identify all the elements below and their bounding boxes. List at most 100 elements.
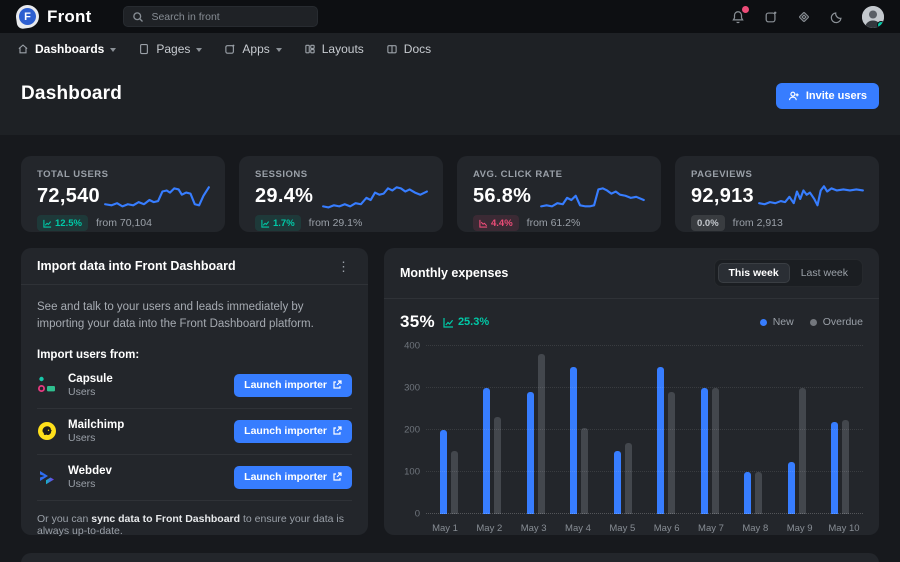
bar-overdue[interactable] <box>451 451 458 514</box>
page-icon <box>138 43 150 55</box>
bar-overdue[interactable] <box>625 443 632 514</box>
stat-label: Pageviews <box>691 169 863 180</box>
import-row-capsule: Capsule Users Launch importer <box>37 363 352 409</box>
mailchimp-logo-icon <box>37 421 57 441</box>
chevron-down-icon <box>276 48 282 52</box>
bar-overdue[interactable] <box>668 392 675 514</box>
legend-dot-new <box>760 319 767 326</box>
dark-mode-moon-icon[interactable] <box>829 9 845 25</box>
topbar: F Front <box>0 0 900 33</box>
stat-from: from 70,104 <box>96 217 152 229</box>
bar-group <box>440 346 458 514</box>
monthly-expenses-card: Monthly expenses This week Last week 35%… <box>384 248 879 535</box>
chevron-down-icon <box>196 48 202 52</box>
bar-new[interactable] <box>527 392 534 514</box>
bar-new[interactable] <box>657 367 664 514</box>
launch-importer-button[interactable]: Launch importer <box>234 420 352 443</box>
main-navbar: Dashboards Pages Apps Layouts Docs <box>0 33 900 65</box>
bar-new[interactable] <box>614 451 621 514</box>
y-tick-label: 200 <box>404 425 420 436</box>
sparkline-chart <box>321 182 429 218</box>
nav-item-layouts[interactable]: Layouts <box>304 42 364 56</box>
stat-card-total-users: Total users 72,540 12.5% from 70,104 <box>21 156 225 232</box>
expenses-stat: 35% <box>400 312 435 332</box>
nav-item-apps[interactable]: Apps <box>224 42 281 56</box>
x-tick-label: May 7 <box>694 523 728 534</box>
trend-up-icon <box>443 317 454 328</box>
invite-users-button[interactable]: Invite users <box>776 83 879 109</box>
brand-logo[interactable]: F Front <box>16 5 91 28</box>
bar-new[interactable] <box>831 422 838 514</box>
sparkline-chart <box>757 182 865 218</box>
bar-new[interactable] <box>744 472 751 514</box>
import-footer: Or you can sync data to Front Dashboard … <box>37 501 352 537</box>
import-subheading: Import users from: <box>37 349 352 361</box>
global-search[interactable] <box>123 6 318 27</box>
bar-new[interactable] <box>483 388 490 514</box>
apps-icon <box>224 43 236 55</box>
import-data-card: Import data into Front Dashboard ⋮ See a… <box>21 248 368 535</box>
launch-importer-button[interactable]: Launch importer <box>234 374 352 397</box>
bar-overdue[interactable] <box>538 354 545 514</box>
bar-overdue[interactable] <box>842 420 849 515</box>
source-name: Capsule <box>68 373 113 385</box>
bar-new[interactable] <box>788 462 795 515</box>
user-avatar[interactable] <box>862 6 884 28</box>
gridline <box>426 471 863 472</box>
x-tick-label: May 9 <box>783 523 817 534</box>
chart-bars <box>426 346 863 514</box>
online-status-dot <box>877 21 884 28</box>
bottom-card-partial <box>21 553 879 562</box>
bar-overdue[interactable] <box>712 388 719 514</box>
apps-launcher-icon[interactable] <box>763 9 779 25</box>
source-name: Mailchimp <box>68 419 124 431</box>
source-name: Webdev <box>68 465 112 477</box>
delta-badge: 1.7% <box>255 215 301 231</box>
bar-overdue[interactable] <box>494 417 501 514</box>
widgets-diamond-icon[interactable] <box>796 9 812 25</box>
legend-new[interactable]: New <box>760 316 794 328</box>
sparkline-chart <box>539 182 647 218</box>
brand-name: Front <box>47 7 91 27</box>
stat-from: from 29.1% <box>309 217 363 229</box>
sync-data-link[interactable]: sync data to Front Dashboard <box>91 513 240 525</box>
stat-card-pageviews: Pageviews 92,913 0.0% from 2,913 <box>675 156 879 232</box>
nav-item-docs[interactable]: Docs <box>386 42 431 56</box>
stat-label: Total users <box>37 169 209 180</box>
stat-label: Sessions <box>255 169 427 180</box>
source-type: Users <box>68 478 112 490</box>
card-menu-ellipsis-icon[interactable]: ⋮ <box>335 260 352 273</box>
bar-new[interactable] <box>570 367 577 514</box>
gridline <box>426 513 863 514</box>
x-tick-label: May 3 <box>517 523 551 534</box>
y-tick-label: 0 <box>415 509 420 520</box>
x-tick-label: May 1 <box>428 523 462 534</box>
tab-this-week[interactable]: This week <box>718 263 790 283</box>
nav-item-dashboards[interactable]: Dashboards <box>17 42 116 56</box>
bar-overdue[interactable] <box>755 472 762 514</box>
sparkline-chart <box>103 182 211 218</box>
external-link-icon <box>332 426 342 436</box>
bar-new[interactable] <box>440 430 447 514</box>
trend-down-icon <box>479 219 488 228</box>
search-icon <box>132 11 144 23</box>
gridline <box>426 345 863 346</box>
delta-badge: 12.5% <box>37 215 88 231</box>
notifications-bell-icon[interactable] <box>730 9 746 25</box>
chart-x-axis: May 1May 2May 3May 4May 5May 6May 7May 8… <box>426 523 863 534</box>
launch-importer-button[interactable]: Launch importer <box>234 466 352 489</box>
chevron-down-icon <box>110 48 116 52</box>
search-input[interactable] <box>151 11 309 23</box>
y-tick-label: 100 <box>404 467 420 478</box>
stat-from: from 2,913 <box>733 217 783 229</box>
bar-overdue[interactable] <box>799 388 806 514</box>
bar-new[interactable] <box>701 388 708 514</box>
bar-group <box>614 346 632 514</box>
x-tick-label: May 8 <box>738 523 772 534</box>
gridline <box>426 429 863 430</box>
tab-last-week[interactable]: Last week <box>790 263 859 283</box>
delta-badge: 0.0% <box>691 215 725 231</box>
legend-overdue[interactable]: Overdue <box>810 316 863 328</box>
nav-item-pages[interactable]: Pages <box>138 42 202 56</box>
import-card-title: Import data into Front Dashboard <box>37 259 236 273</box>
